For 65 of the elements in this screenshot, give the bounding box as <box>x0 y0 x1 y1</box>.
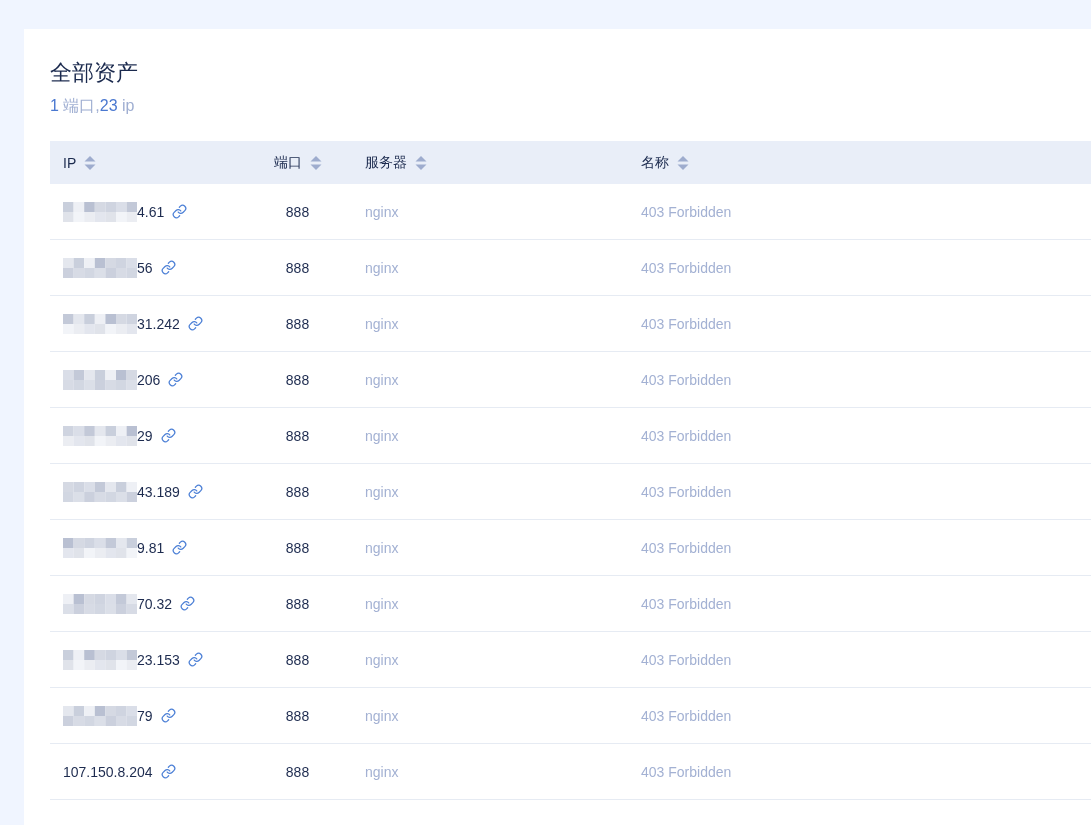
page-title: 403 Forbidden <box>641 315 732 332</box>
page-title: 403 Forbidden <box>641 539 732 556</box>
page-title: 403 Forbidden <box>641 595 732 612</box>
server-name: nginx <box>365 427 399 444</box>
page-title: 403 Forbidden <box>641 371 732 388</box>
column-header[interactable]: IP <box>63 154 97 171</box>
ip-address: 206 <box>137 371 161 388</box>
page-title: 403 Forbidden <box>641 427 732 444</box>
ip-address: 43.189 <box>137 483 180 500</box>
ip-address: 23.153 <box>137 651 180 668</box>
asset-summary: 1 端口,23 ip <box>50 96 135 116</box>
server-name: nginx <box>365 315 399 332</box>
link-icon[interactable] <box>168 372 184 387</box>
page-title: 403 Forbidden <box>641 651 732 668</box>
ip-address: 79 <box>137 707 153 724</box>
link-icon[interactable] <box>160 708 176 723</box>
page-title: 403 Forbidden <box>641 707 732 724</box>
link-icon[interactable] <box>187 484 203 499</box>
sort-icon[interactable] <box>677 154 689 171</box>
ip-address: 70.32 <box>137 595 173 612</box>
page-title: 403 Forbidden <box>641 763 732 780</box>
server-name: nginx <box>365 651 399 668</box>
link-icon[interactable] <box>172 204 188 219</box>
port-number: 888 <box>285 483 310 500</box>
server-name: nginx <box>365 259 399 276</box>
port-number: 888 <box>285 651 310 668</box>
page-title: 403 Forbidden <box>641 483 732 500</box>
ip-address: 9.81 <box>137 539 165 556</box>
link-icon[interactable] <box>180 596 196 611</box>
column-header[interactable]: 端口 <box>273 153 322 172</box>
port-number: 888 <box>285 595 310 612</box>
sort-icon[interactable] <box>84 154 97 171</box>
ip-address: 4.61 <box>137 203 165 220</box>
sort-icon[interactable] <box>309 154 322 171</box>
link-icon[interactable] <box>160 764 176 779</box>
column-header[interactable]: 服务器 <box>365 153 427 172</box>
page-title: 403 Forbidden <box>641 203 732 220</box>
server-name: nginx <box>365 707 399 724</box>
port-number: 888 <box>285 315 310 332</box>
server-name: nginx <box>365 595 399 612</box>
ip-address: 56 <box>137 259 153 276</box>
port-number: 888 <box>285 763 310 780</box>
port-number: 888 <box>285 427 310 444</box>
port-number: 888 <box>285 259 310 276</box>
server-name: nginx <box>365 203 399 220</box>
column-header[interactable]: 名称 <box>641 153 689 172</box>
port-number: 888 <box>285 707 310 724</box>
server-name: nginx <box>365 483 399 500</box>
sort-icon[interactable] <box>415 154 427 171</box>
server-name: nginx <box>365 371 399 388</box>
ip-address: 31.242 <box>137 315 180 332</box>
ip-address: 29 <box>137 427 153 444</box>
link-icon[interactable] <box>187 652 203 667</box>
link-icon[interactable] <box>160 260 176 275</box>
port-number: 888 <box>285 203 310 220</box>
link-icon[interactable] <box>172 540 188 555</box>
section-title: 全部资产 <box>50 59 138 87</box>
ip-address: 107.150.8.204 <box>63 763 153 780</box>
page-title: 403 Forbidden <box>641 259 732 276</box>
link-icon[interactable] <box>160 428 176 443</box>
server-name: nginx <box>365 539 399 556</box>
port-number: 888 <box>285 539 310 556</box>
link-icon[interactable] <box>187 316 203 331</box>
port-number: 888 <box>285 371 310 388</box>
server-name: nginx <box>365 763 399 780</box>
